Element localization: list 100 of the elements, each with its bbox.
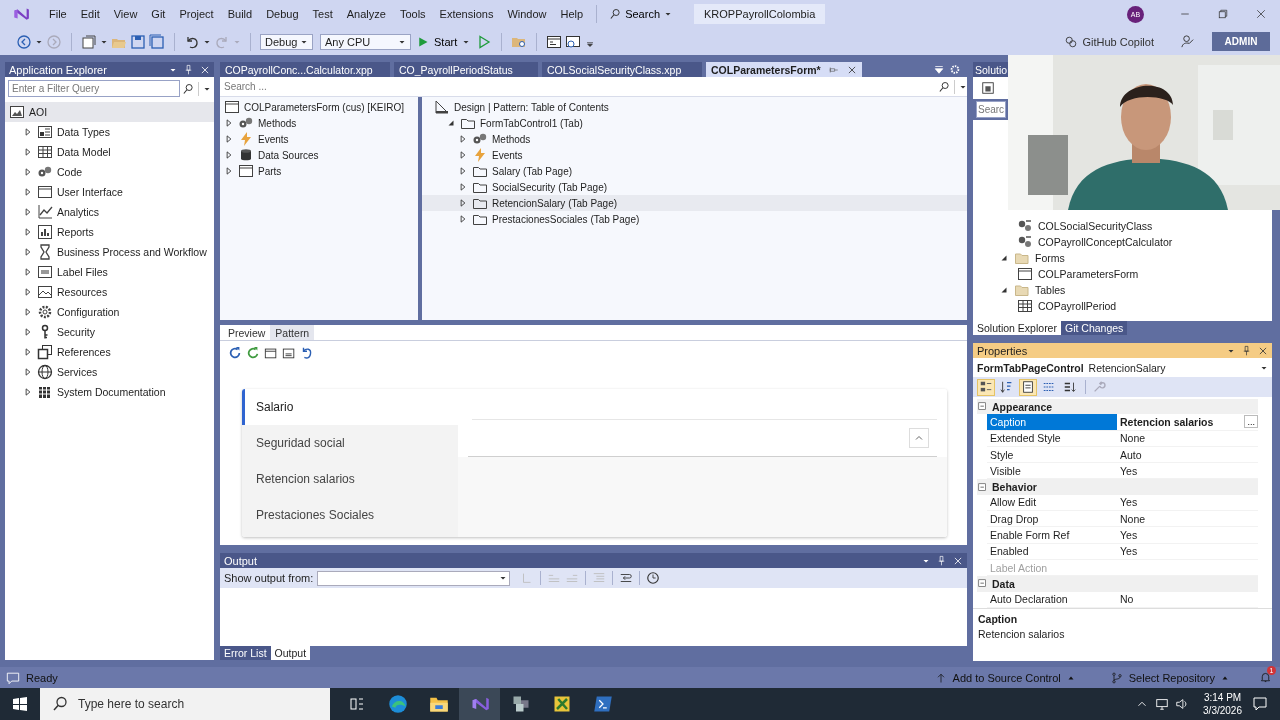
search-button[interactable]: Search <box>603 6 678 22</box>
tree-item[interactable]: Data Model <box>5 142 214 162</box>
tree-item[interactable]: Security <box>5 322 214 342</box>
menu-item[interactable]: Edit <box>73 6 107 22</box>
home-icon[interactable] <box>981 81 995 95</box>
form-tab[interactable]: Seguridad social <box>242 425 458 461</box>
menu-item[interactable]: Analyze <box>339 6 393 22</box>
expand-arrow-icon[interactable] <box>23 227 33 237</box>
expand-arrow-icon[interactable] <box>23 267 33 277</box>
expand-arrow-icon[interactable] <box>23 187 33 197</box>
expand-arrow-icon[interactable] <box>224 150 234 160</box>
tree-item[interactable]: Salary (Tab Page) <box>422 163 967 179</box>
copilot-button[interactable]: GitHub Copilot <box>1058 33 1160 50</box>
property-name[interactable]: Enabled <box>987 543 1117 559</box>
property-value[interactable]: Yes <box>1117 545 1138 558</box>
expand-arrow-icon[interactable] <box>23 347 33 357</box>
property-name[interactable]: Caption <box>987 414 1117 430</box>
tree-item[interactable]: Parts <box>220 163 418 179</box>
object-selector[interactable]: FormTabPageControl RetencionSalary <box>973 358 1272 377</box>
tree-item[interactable]: PrestacionesSociales (Tab Page) <box>422 211 967 227</box>
tree-item[interactable]: Methods <box>220 115 418 131</box>
search-icon[interactable] <box>938 80 950 93</box>
property-value[interactable]: Yes <box>1117 496 1138 509</box>
tree-item[interactable]: Analytics <box>5 202 214 222</box>
document-tab[interactable]: COLSocialSecurityClass.xpp <box>542 62 702 77</box>
property-value[interactable]: None <box>1117 512 1146 525</box>
tree-item[interactable]: Design | Pattern: Table of Contents <box>422 99 967 115</box>
expand-arrow-icon[interactable] <box>23 167 33 177</box>
menu-item[interactable]: Help <box>553 6 591 22</box>
categorized-button[interactable] <box>977 378 995 396</box>
document-tab[interactable]: CO_PayrollPeriodStatus <box>394 62 538 77</box>
menu-item[interactable]: File <box>42 6 74 22</box>
tree-item[interactable]: User Interface <box>5 182 214 202</box>
expand-arrow-icon[interactable] <box>23 127 33 137</box>
tree-item[interactable]: COLParametersForm <box>973 266 1272 282</box>
property-name[interactable]: Drag Drop <box>987 511 1117 527</box>
refresh-icon[interactable] <box>228 346 242 360</box>
tree-item[interactable]: Configuration <box>5 302 214 322</box>
tree-item[interactable]: Forms <box>973 250 1272 266</box>
expand-arrow-icon[interactable] <box>23 307 33 317</box>
collapse-arrow-icon[interactable] <box>999 285 1009 295</box>
tree-item[interactable]: Data Sources <box>220 147 418 163</box>
property-value[interactable]: Yes <box>1117 529 1138 541</box>
menu-item[interactable]: View <box>106 6 145 22</box>
notification-icon[interactable] <box>1252 696 1268 712</box>
tree-item[interactable]: Data Types <box>5 122 214 142</box>
property-name[interactable]: Auto Declaration <box>987 591 1117 607</box>
undo-icon[interactable] <box>300 346 314 360</box>
window-icon[interactable] <box>546 33 563 50</box>
expand-arrow-icon[interactable] <box>458 214 468 224</box>
solution-tab[interactable]: Solution Explorer <box>973 321 1061 335</box>
expand-arrow-icon[interactable] <box>23 387 33 397</box>
menu-item[interactable]: Test <box>305 6 340 22</box>
menu-item[interactable]: Tools <box>392 6 433 22</box>
close-icon[interactable] <box>1258 345 1268 356</box>
filter-field[interactable]: Enter a Filter Query <box>8 80 180 97</box>
collapse-box-icon[interactable] <box>977 578 988 590</box>
tree-item[interactable]: RetencionSalary (Tab Page) <box>422 195 967 211</box>
document-tab[interactable]: COPayrollConc...Calculator.xpp <box>220 62 390 77</box>
tree-item[interactable]: References <box>5 342 214 362</box>
tree-item[interactable]: Methods <box>422 131 967 147</box>
collapse-arrow-icon[interactable] <box>999 253 1009 263</box>
taskbar-search-field[interactable]: Type here to search <box>40 688 330 720</box>
search-icon[interactable] <box>182 82 194 95</box>
menu-item[interactable]: Debug <box>259 6 306 22</box>
collapse-arrow-icon[interactable] <box>446 118 456 128</box>
configuration-select[interactable]: Debug <box>260 33 313 50</box>
property-name[interactable]: Enable Form Ref <box>987 527 1117 543</box>
tree-item[interactable]: FormTabControl1 (Tab) <box>422 115 967 131</box>
pin-icon[interactable] <box>1241 345 1252 356</box>
pin-icon[interactable] <box>183 64 194 75</box>
bell-icon[interactable] <box>1259 671 1272 684</box>
output-tab[interactable]: Output <box>270 646 311 660</box>
property-name[interactable]: Style <box>987 446 1117 463</box>
expand-arrow-icon[interactable] <box>458 198 468 208</box>
tree-item[interactable]: COLParametersForm (cus) [KEIRO] <box>220 99 418 115</box>
property-value[interactable]: Retencion salarios <box>1117 415 1214 428</box>
tree-item[interactable]: Events <box>220 131 418 147</box>
property-value[interactable]: Yes <box>1117 464 1138 477</box>
expand-arrow-icon[interactable] <box>23 207 33 217</box>
search-field[interactable]: Searc <box>976 101 1006 118</box>
window-icon[interactable] <box>565 33 582 50</box>
tree-item[interactable]: SocialSecurity (Tab Page) <box>422 179 967 195</box>
expand-arrow-icon[interactable] <box>224 118 234 128</box>
menu-item[interactable]: Project <box>172 6 221 22</box>
output-tab[interactable]: Error List <box>220 646 271 660</box>
source-control-button[interactable]: Add to Source Control <box>928 670 1081 685</box>
expand-arrow-icon[interactable] <box>224 134 234 144</box>
tree-item[interactable]: COPayrollConceptCalculator <box>973 234 1272 250</box>
menu-item[interactable]: Build <box>220 6 260 22</box>
expand-arrow-icon[interactable] <box>458 134 468 144</box>
window-icon[interactable] <box>282 346 296 360</box>
property-value[interactable]: No <box>1117 593 1134 606</box>
tree-item[interactable]: AOI <box>5 102 214 122</box>
back-icon[interactable] <box>16 33 32 50</box>
menu-item[interactable]: Git <box>144 6 173 22</box>
settings-icon[interactable] <box>949 62 961 77</box>
tree-item[interactable]: COPayrollPeriod <box>973 298 1272 314</box>
tree-item[interactable]: System Documentation <box>5 382 214 402</box>
close-icon[interactable] <box>846 64 857 75</box>
